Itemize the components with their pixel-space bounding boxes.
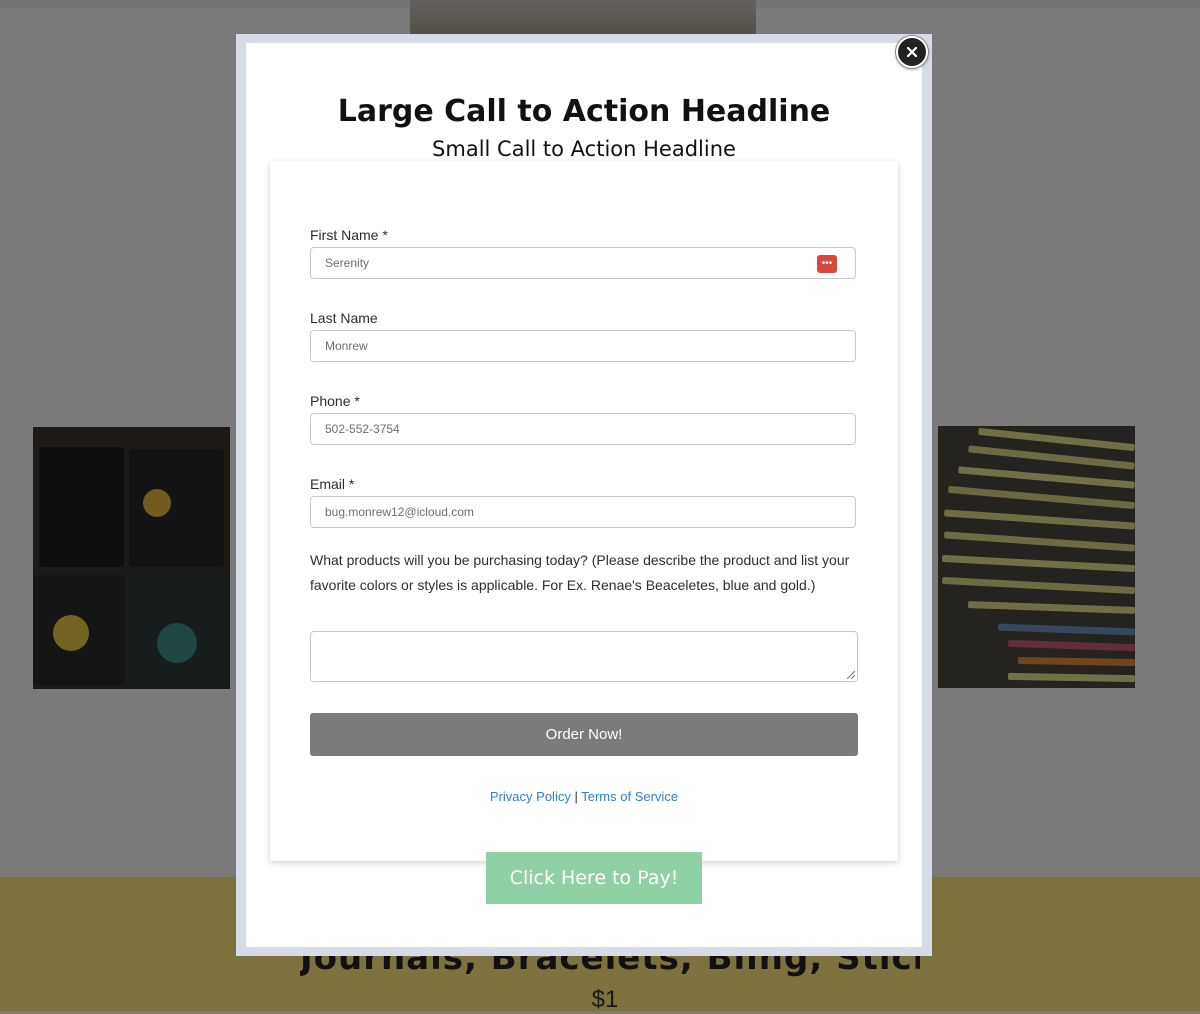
- last-name-label: Last Name: [310, 310, 378, 326]
- products-textarea[interactable]: [310, 631, 858, 682]
- email-label: Email *: [310, 476, 355, 492]
- first-name-input[interactable]: Serenity •••: [310, 247, 856, 279]
- modal-content: Large Call to Action Headline Small Call…: [246, 43, 922, 947]
- password-manager-icon[interactable]: •••: [817, 255, 837, 273]
- order-now-button[interactable]: Order Now!: [310, 713, 858, 756]
- phone-input[interactable]: 502-552-3754: [310, 413, 856, 445]
- terms-of-service-link[interactable]: Terms of Service: [581, 789, 678, 804]
- phone-label: Phone *: [310, 393, 360, 409]
- email-value: bug.monrew12@icloud.com: [325, 505, 474, 519]
- order-form: First Name * Serenity ••• Last Name Monr…: [270, 161, 898, 861]
- email-input[interactable]: bug.monrew12@icloud.com: [310, 496, 856, 528]
- last-name-input[interactable]: Monrew: [310, 330, 856, 362]
- popup-modal: Large Call to Action Headline Small Call…: [236, 34, 932, 956]
- resize-handle-icon[interactable]: [847, 671, 855, 679]
- large-headline: Large Call to Action Headline: [337, 94, 831, 129]
- legal-links: Privacy Policy | Terms of Service: [270, 789, 898, 804]
- last-name-value: Monrew: [325, 339, 368, 353]
- first-name-value: Serenity: [325, 256, 370, 270]
- close-icon: [906, 46, 918, 58]
- click-here-to-pay-button[interactable]: Click Here to Pay!: [486, 852, 702, 904]
- phone-value: 502-552-3754: [325, 422, 400, 436]
- privacy-policy-link[interactable]: Privacy Policy: [490, 789, 571, 804]
- products-question: What products will you be purchasing tod…: [310, 552, 850, 593]
- small-headline: Small Call to Action Headline: [432, 137, 736, 161]
- close-button[interactable]: [896, 36, 928, 68]
- first-name-label: First Name *: [310, 227, 388, 243]
- link-separator: |: [574, 789, 578, 804]
